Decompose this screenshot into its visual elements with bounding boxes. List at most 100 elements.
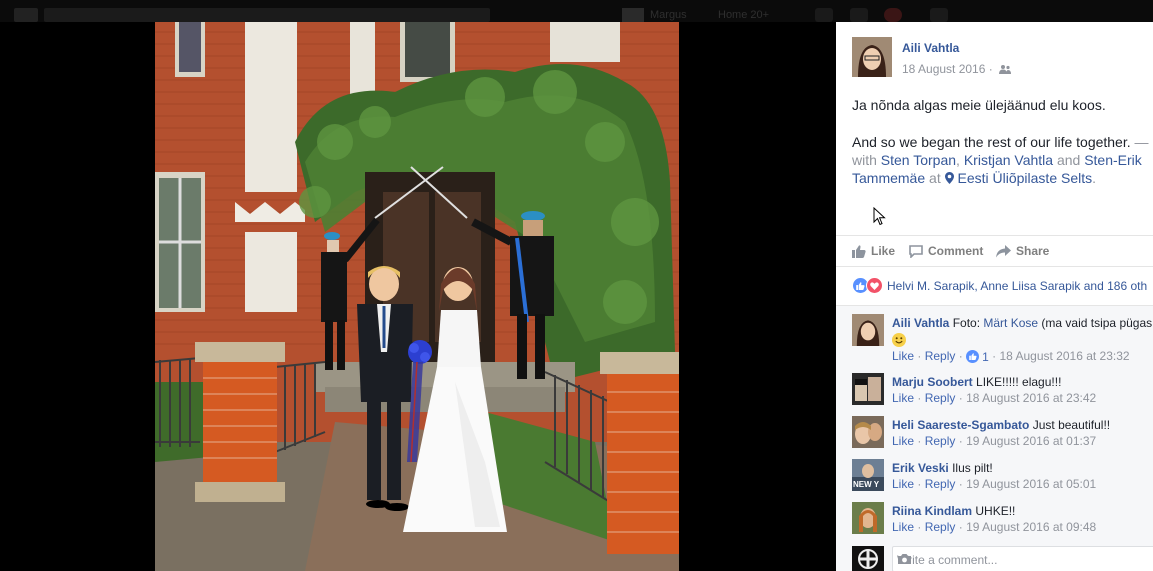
post-period: .: [1092, 170, 1097, 186]
comment-icon: [909, 244, 923, 258]
comment-text: LIKE!!!!! elagu!!!: [976, 375, 1062, 389]
commenter-avatar[interactable]: NEW Y: [852, 459, 884, 491]
comment-body: Riina Kindlam UHKE!!: [892, 503, 1153, 519]
post-author-name[interactable]: Aili Vahtla: [902, 41, 959, 55]
top-navigation-bar: Margus Home 20+: [0, 0, 1153, 22]
comment-mention[interactable]: Märt Kose: [983, 316, 1038, 330]
notifications-icon[interactable]: [884, 8, 902, 22]
comment-action-dot: ·: [958, 391, 963, 405]
comment-like-link[interactable]: Like: [892, 349, 914, 363]
comment-reply-link[interactable]: Reply: [925, 434, 956, 448]
comment-actions: Like · Reply · 19 August 2016 at 09:48: [892, 520, 1096, 534]
comment-body: Marju Soobert LIKE!!!!! elagu!!!: [892, 374, 1153, 390]
comment-like-link[interactable]: Like: [892, 477, 914, 491]
author-avatar[interactable]: [852, 37, 892, 77]
comment-like-link[interactable]: Like: [892, 434, 914, 448]
checkin-location[interactable]: Eesti Üliõpilaste Selts: [958, 170, 1093, 186]
wedding-photo[interactable]: [155, 22, 679, 571]
comment-action-dot: ·: [958, 434, 963, 448]
comment-action-dot: ·: [917, 520, 922, 534]
comments-list: Aili Vahtla Foto: Märt Kose (ma vaid tsi…: [836, 305, 1153, 571]
friend-requests-icon[interactable]: [815, 8, 833, 22]
post-dash: —: [1130, 134, 1149, 150]
comment-body: Aili Vahtla Foto: Märt Kose (ma vaid tsi…: [892, 315, 1153, 347]
commenter-name[interactable]: Marju Soobert: [892, 375, 973, 389]
share-button[interactable]: Share: [996, 244, 1049, 258]
nav-home-link[interactable]: Home 20+: [718, 9, 769, 21]
reaction-names[interactable]: Helvi M. Sarapik, Anne Liisa Sarapik and…: [887, 279, 1147, 293]
camera-icon[interactable]: [897, 553, 912, 568]
avatar-caption: NEW Y: [853, 480, 880, 489]
like-button[interactable]: Like: [852, 244, 895, 258]
commenter-name[interactable]: Riina Kindlam: [892, 504, 972, 518]
thumbs-up-icon: [852, 244, 866, 258]
reactions-summary[interactable]: Helvi M. Sarapik, Anne Liisa Sarapik and…: [852, 277, 1153, 294]
comment-actions: Like · Reply · 18 August 2016 at 23:42: [892, 391, 1096, 405]
mouse-cursor-icon: [873, 206, 886, 231]
post-actions-bar: Like Comment Share: [836, 235, 1153, 267]
comment-timestamp[interactable]: 18 August 2016 at 23:42: [966, 391, 1096, 405]
comment-action-dot: ·: [958, 349, 963, 363]
comment-text: Foto:: [952, 316, 984, 330]
photo-stage[interactable]: [0, 22, 836, 571]
comment-timestamp[interactable]: 19 August 2016 at 09:48: [966, 520, 1096, 534]
write-comment-row: Write a comment...: [836, 544, 1153, 571]
comment-timestamp[interactable]: 18 August 2016 at 23:32: [999, 349, 1129, 363]
post-text-estonian: Ja nõnda algas meie ülejäänud elu koos.: [852, 97, 1106, 113]
post-message: Ja nõnda algas meie ülejäänud elu koos. …: [852, 96, 1152, 187]
location-pin-icon: [944, 170, 954, 186]
comment-timestamp[interactable]: 19 August 2016 at 01:37: [966, 434, 1096, 448]
comment-reply-link[interactable]: Reply: [925, 349, 956, 363]
comment-actions: Like · Reply · 19 August 2016 at 01:37: [892, 434, 1096, 448]
comment-action-dot: ·: [917, 349, 922, 363]
profile-avatar[interactable]: [622, 8, 644, 22]
comment-like-number: 1: [982, 349, 989, 364]
with-label: with: [852, 152, 877, 168]
commenter-name[interactable]: Erik Veski: [892, 461, 949, 475]
post-text-english-body: And so we began the rest of our life tog…: [852, 134, 1131, 150]
commenter-avatar[interactable]: [852, 314, 884, 346]
share-button-label: Share: [1016, 244, 1050, 258]
comment-action-dot: ·: [917, 434, 922, 448]
comment-action-dot: ·: [958, 520, 963, 534]
facebook-logo-icon[interactable]: [14, 8, 38, 22]
comment-text: Just beautiful!!: [1032, 418, 1111, 432]
current-user-avatar: [852, 546, 884, 571]
comment-body: Erik Veski Ilus pilt!: [892, 460, 1153, 476]
post-side-panel: Aili Vahtla 18 August 2016 · Ja nõnda al…: [836, 22, 1153, 571]
comment-body: Heli Saareste-Sgambato Just beautiful!!: [892, 417, 1153, 433]
comment-button[interactable]: Comment: [909, 244, 983, 258]
messages-icon[interactable]: [850, 8, 868, 22]
friends-audience-icon[interactable]: [999, 63, 1012, 77]
comment-reply-link[interactable]: Reply: [925, 391, 956, 405]
tagged-person-2[interactable]: Kristjan Vahtla: [964, 152, 1053, 168]
comment-like-count[interactable]: 1: [966, 350, 989, 364]
comment-action-dot: ·: [917, 477, 922, 491]
post-date[interactable]: 18 August 2016 ·: [902, 62, 993, 76]
commenter-avatar[interactable]: [852, 373, 884, 405]
photo-viewer: Margus Home 20+ Aili Vahtla 18 August 20…: [0, 0, 1153, 571]
comment-action-dot: ·: [917, 391, 922, 405]
commenter-avatar[interactable]: [852, 502, 884, 534]
like-button-label: Like: [871, 244, 896, 258]
tagged-person-1[interactable]: Sten Torpan: [881, 152, 956, 168]
comment-like-link[interactable]: Like: [892, 520, 914, 534]
comment-actions: Like · Reply · 19 August 2016 at 05:01: [892, 477, 1096, 491]
at-label: at: [929, 170, 941, 186]
write-comment-input[interactable]: Write a comment...: [892, 546, 1153, 571]
post-meta: 18 August 2016 ·: [902, 62, 1012, 77]
commenter-name[interactable]: Aili Vahtla: [892, 316, 949, 330]
comment-action-dot: ·: [992, 349, 997, 363]
comment-timestamp[interactable]: 19 August 2016 at 05:01: [966, 477, 1096, 491]
comment-like-link[interactable]: Like: [892, 391, 914, 405]
comment-reply-link[interactable]: Reply: [925, 520, 956, 534]
help-icon[interactable]: [930, 8, 948, 22]
commenter-name[interactable]: Heli Saareste-Sgambato: [892, 418, 1029, 432]
nav-profile-link[interactable]: Margus: [650, 9, 687, 21]
commenter-avatar[interactable]: [852, 416, 884, 448]
mini-like-icon: [966, 350, 980, 363]
comment-reply-link[interactable]: Reply: [925, 477, 956, 491]
comment-text: Ilus pilt!: [952, 461, 993, 475]
post-text-english: And so we began the rest of our life tog…: [852, 133, 1152, 187]
search-input[interactable]: [44, 8, 490, 22]
